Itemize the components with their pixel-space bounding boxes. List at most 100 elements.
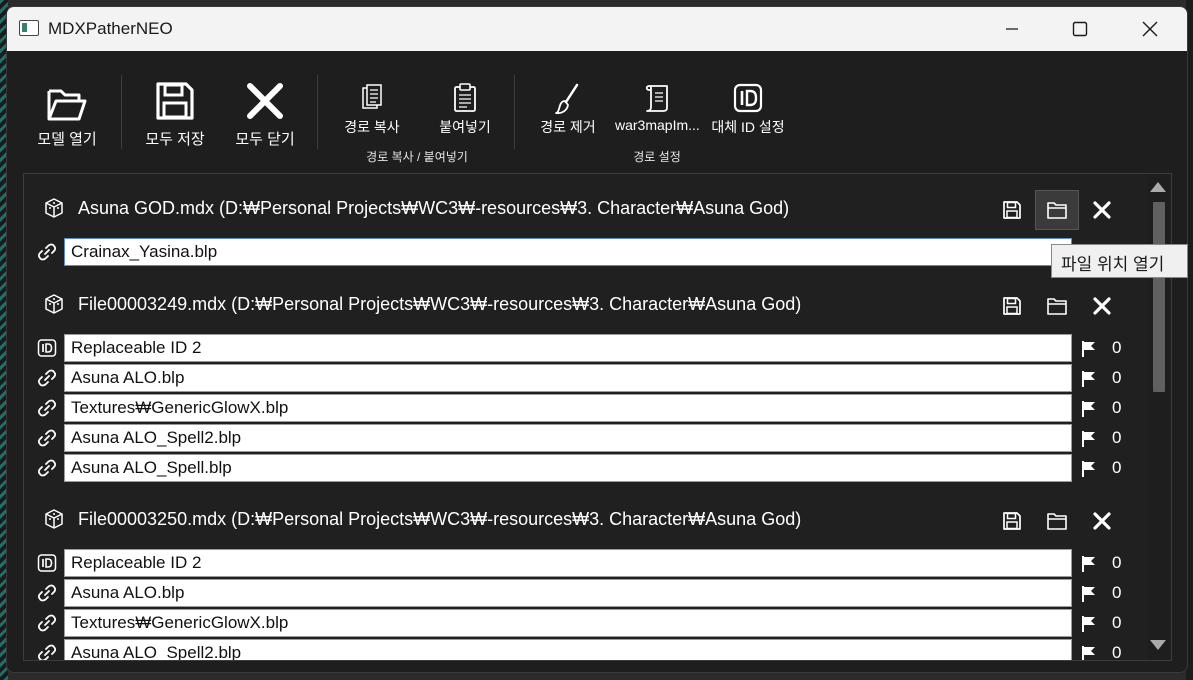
path-input[interactable]: Textures₩GenericGlowX.blp xyxy=(64,609,1072,637)
path-input[interactable]: Asuna ALO.blp xyxy=(64,364,1072,392)
file-title: File00003249.mdx (D:₩Personal Projects₩W… xyxy=(78,294,802,314)
close-all-button[interactable]: 모두 닫기 xyxy=(227,81,303,155)
flag-icon[interactable] xyxy=(1080,400,1098,418)
cube-icon xyxy=(45,198,63,218)
usage-count: 0 xyxy=(1112,398,1122,417)
path-input[interactable]: Replaceable ID 2 xyxy=(64,549,1072,577)
folder-open-icon xyxy=(47,89,87,121)
flag-icon[interactable] xyxy=(1080,585,1098,603)
close-icon xyxy=(1093,201,1111,219)
path-input[interactable]: Asuna ALO_Spell.blp xyxy=(64,454,1072,482)
folder-icon xyxy=(1047,513,1067,530)
close-icon xyxy=(1093,297,1111,315)
cube-icon xyxy=(45,509,63,529)
paste-label: 붙여넣기 xyxy=(439,119,491,135)
path-input[interactable]: Textures₩GenericGlowX.blp xyxy=(64,394,1072,422)
link-icon xyxy=(37,584,57,602)
usage-count: 0 xyxy=(1112,338,1122,357)
toolbar-separator xyxy=(121,75,122,149)
link-icon xyxy=(37,399,57,417)
close-window-button[interactable] xyxy=(1115,7,1185,51)
paste-button[interactable]: 붙여넣기 xyxy=(427,83,503,139)
scroll-up-arrow[interactable] xyxy=(1150,182,1166,192)
file-header: File00003249.mdx (D:₩Personal Projects₩W… xyxy=(24,282,1144,326)
title-bar[interactable]: MDXPatherNEO xyxy=(7,7,1187,51)
path-row: Crainax_Yasina.blp 0 xyxy=(24,238,1144,266)
toolbar-separator xyxy=(514,75,515,149)
path-input[interactable]: Replaceable ID 2 xyxy=(64,334,1072,362)
path-input[interactable]: Crainax_Yasina.blp xyxy=(64,238,1072,266)
copy-path-label: 경로 복사 xyxy=(344,119,400,135)
save-file-button[interactable] xyxy=(990,501,1034,541)
id-icon xyxy=(37,339,57,357)
close-file-button[interactable] xyxy=(1080,190,1124,230)
minimize-button[interactable] xyxy=(977,7,1047,51)
flag-icon[interactable] xyxy=(1080,340,1098,358)
save-icon xyxy=(1003,201,1021,219)
open-file-location-button[interactable] xyxy=(1035,501,1079,541)
folder-icon xyxy=(1047,298,1067,315)
link-icon xyxy=(37,369,57,387)
maximize-button[interactable] xyxy=(1045,7,1115,51)
save-all-label: 모두 저장 xyxy=(145,131,205,148)
copy-path-button[interactable]: 경로 복사 xyxy=(337,83,407,139)
save-file-button[interactable] xyxy=(990,190,1034,230)
open-model-label: 모델 열기 xyxy=(37,131,97,148)
close-icon xyxy=(1093,512,1111,530)
app-icon xyxy=(19,20,39,36)
flag-icon[interactable] xyxy=(1080,460,1098,478)
open-file-location-button[interactable] xyxy=(1035,190,1079,230)
path-input[interactable]: Asuna ALO_Spell2.blp xyxy=(64,424,1072,452)
link-icon xyxy=(37,459,57,477)
maximize-icon xyxy=(1072,21,1088,37)
flag-icon[interactable] xyxy=(1080,370,1098,388)
copy-icon xyxy=(362,84,382,109)
toolbar: 모델 열기 모두 저장 모두 닫기 경로 복사 붙여넣기 경로 복사 / 붙여넣… xyxy=(7,51,1187,171)
open-model-button[interactable]: 모델 열기 xyxy=(29,85,105,155)
path-input[interactable]: Asuna ALO.blp xyxy=(64,579,1072,607)
save-file-button[interactable] xyxy=(990,286,1034,326)
group-label-path-settings: 경로 설정 xyxy=(633,150,681,164)
save-icon xyxy=(1003,297,1021,315)
link-icon xyxy=(37,243,57,261)
scrollbar-thumb[interactable] xyxy=(1153,202,1165,392)
usage-count: 0 xyxy=(1112,553,1122,572)
save-all-button[interactable]: 모두 저장 xyxy=(137,81,213,155)
path-row: Textures₩GenericGlowX.blp 0 xyxy=(24,394,1144,422)
path-row: Textures₩GenericGlowX.blp 0 xyxy=(24,609,1144,637)
remove-path-button[interactable]: 경로 제거 xyxy=(533,83,603,139)
flag-icon[interactable] xyxy=(1080,430,1098,448)
tooltip: 파일 위치 열기 xyxy=(1051,244,1188,278)
path-input[interactable]: Asuna ALO_Spell2.blp xyxy=(64,639,1072,660)
war3mapimports-button[interactable]: war3mapIm... xyxy=(615,83,700,139)
close-icon xyxy=(247,83,283,119)
file-list-panel[interactable]: Asuna GOD.mdx (D:₩Personal Projects₩WC3₩… xyxy=(23,173,1172,661)
usage-count: 0 xyxy=(1112,643,1122,661)
file-title: File00003250.mdx (D:₩Personal Projects₩W… xyxy=(78,509,802,529)
link-icon xyxy=(37,614,57,632)
flag-icon[interactable] xyxy=(1080,615,1098,633)
close-file-button[interactable] xyxy=(1080,286,1124,326)
usage-count: 0 xyxy=(1112,458,1122,477)
toolbar-separator xyxy=(317,75,318,149)
usage-count: 0 xyxy=(1112,613,1122,632)
close-file-button[interactable] xyxy=(1080,501,1124,541)
war3mapimports-label: war3mapIm... xyxy=(615,117,700,133)
path-row: Asuna ALO.blp 0 xyxy=(24,364,1144,392)
flag-icon[interactable] xyxy=(1080,645,1098,661)
scroll-icon xyxy=(645,85,668,112)
replace-id-button[interactable]: 대체 ID 설정 xyxy=(707,83,789,139)
usage-count: 0 xyxy=(1112,428,1122,447)
usage-count: 0 xyxy=(1112,368,1122,387)
close-all-label: 모두 닫기 xyxy=(235,131,295,148)
flag-icon[interactable] xyxy=(1080,555,1098,573)
path-row: Asuna ALO_Spell2.blp 0 xyxy=(24,639,1144,661)
scroll-down-arrow[interactable] xyxy=(1150,640,1166,650)
remove-path-label: 경로 제거 xyxy=(540,119,596,135)
path-row: Asuna ALO_Spell2.blp 0 xyxy=(24,424,1144,452)
id-icon xyxy=(37,554,57,572)
open-file-location-button[interactable] xyxy=(1035,286,1079,326)
folder-icon xyxy=(1047,202,1067,219)
link-icon xyxy=(37,429,57,447)
replace-id-label: 대체 ID 설정 xyxy=(711,119,785,135)
